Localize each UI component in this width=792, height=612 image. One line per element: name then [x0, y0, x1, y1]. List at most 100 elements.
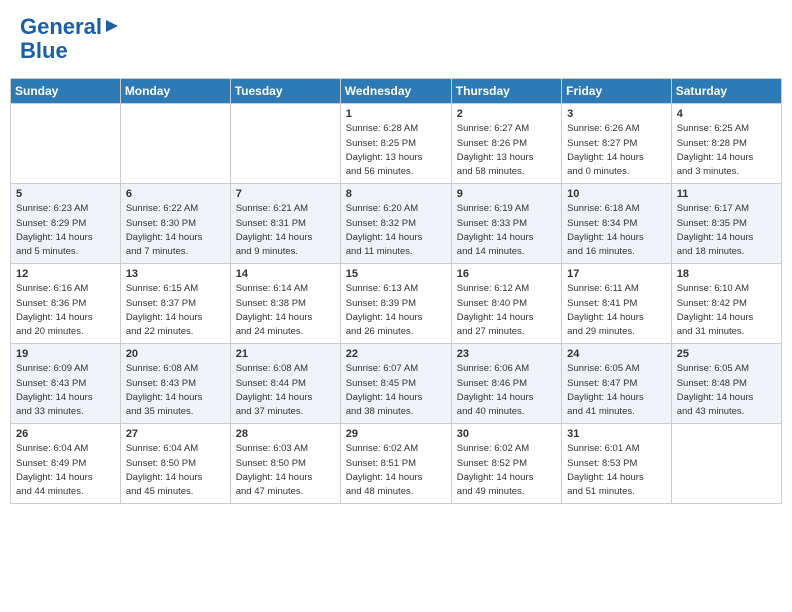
day-info-line: and 38 minutes. — [346, 406, 414, 417]
day-info: Sunrise: 6:11 AMSunset: 8:41 PMDaylight:… — [567, 282, 666, 339]
weekday-header-row: SundayMondayTuesdayWednesdayThursdayFrid… — [11, 79, 782, 104]
day-info-line: Sunrise: 6:21 AM — [236, 203, 308, 214]
day-info-line: Sunrise: 6:02 AM — [346, 443, 418, 454]
day-info: Sunrise: 6:04 AM Sunset: 8:50 PM Daylight:… — [126, 442, 225, 499]
day-info-line: Daylight: 14 hours — [16, 232, 93, 243]
day-info-line: and 40 minutes. — [457, 406, 525, 417]
day-info-line: Sunrise: 6:15 AM — [126, 283, 198, 294]
day-info-line: Daylight: 14 hours — [346, 232, 423, 243]
day-number: 6 — [126, 188, 225, 200]
day-info-line: and 33 minutes. — [16, 406, 84, 417]
weekday-header-friday: Friday — [562, 79, 672, 104]
day-info-line: Sunrise: 6:10 AM — [677, 283, 749, 294]
day-info-line: Sunset: 8:39 PM — [346, 298, 416, 309]
logo: General Blue — [20, 15, 120, 63]
day-number: 26 — [16, 428, 115, 440]
day-info-line: Sunset: 8:32 PM — [346, 218, 416, 229]
day-info-line: Sunrise: 6:09 AM — [16, 363, 88, 374]
day-info-line: and 3 minutes. — [677, 166, 739, 177]
day-info-line: Daylight: 14 hours — [126, 312, 203, 323]
day-info-line: Sunset: 8:27 PM — [567, 138, 637, 149]
calendar-cell: 1Sunrise: 6:28 AMSunset: 8:25 PMDaylight… — [340, 104, 451, 184]
day-info-line: and 49 minutes. — [457, 486, 525, 497]
day-info-line: Sunset: 8:51 PM — [346, 458, 416, 469]
calendar-cell: 17 Sunrise: 6:11 AMSunset: 8:41 PMDayligh… — [562, 264, 672, 344]
day-info-line: Sunset: 8:45 PM — [346, 378, 416, 389]
calendar-cell: 7Sunrise: 6:21 AMSunset: 8:31 PMDaylight… — [230, 184, 340, 264]
day-info-line: and 27 minutes. — [457, 326, 525, 337]
day-info-line: and 22 minutes. — [126, 326, 194, 337]
day-info: Sunrise: 6:19 AMSunset: 8:33 PMDaylight:… — [457, 202, 556, 259]
day-number: 8 — [346, 188, 446, 200]
calendar-cell: 20Sunrise: 6:08 AMSunset: 8:43 PMDayligh… — [120, 344, 230, 424]
day-info-line: Daylight: 14 hours — [236, 392, 313, 403]
day-info-line: and 48 minutes. — [346, 486, 414, 497]
calendar-cell — [671, 424, 781, 504]
day-number: 12 — [16, 268, 115, 280]
calendar-cell: 30Sunrise: 6:02 AMSunset: 8:52 PMDayligh… — [451, 424, 561, 504]
day-info: Sunrise: 6:02 AMSunset: 8:51 PMDaylight:… — [346, 442, 446, 499]
day-number: 5 — [16, 188, 115, 200]
day-info-line: Daylight: 14 hours — [677, 152, 754, 163]
day-info-line: Sunset: 8:50 PM — [236, 458, 306, 469]
day-info-line: Sunset: 8:42 PM — [677, 298, 747, 309]
day-info-line: Daylight: 14 hours — [346, 312, 423, 323]
day-info-line: Sunset: 8:50 PM — [126, 458, 196, 469]
day-info-line: Sunrise: 6:04 AM — [126, 443, 198, 454]
day-info-line: Daylight: 14 hours — [16, 392, 93, 403]
day-info-line: Sunset: 8:44 PM — [236, 378, 306, 389]
calendar-cell: 24Sunrise: 6:05 AMSunset: 8:47 PMDayligh… — [562, 344, 672, 424]
day-info-line: Sunrise: 6:22 AM — [126, 203, 198, 214]
day-info: Sunrise: 6:27 AMSunset: 8:26 PMDaylight:… — [457, 122, 556, 179]
calendar-cell: 27Sunrise: 6:04 AMSunset: 8:50 PMDayligh… — [120, 424, 230, 504]
day-info-line: Sunrise: 6:17 AM — [677, 203, 749, 214]
calendar-cell: 4Sunrise: 6:25 AMSunset: 8:28 PMDaylight… — [671, 104, 781, 184]
day-info-line: Daylight: 14 hours — [236, 472, 313, 483]
day-info: Sunrise: 6:08 AMSunset: 8:44 PMDaylight:… — [236, 362, 335, 419]
calendar-week-5: 26 Sunrise: 6:04 AMSunset: 8:49 PMDayligh… — [11, 424, 782, 504]
calendar-cell — [120, 104, 230, 184]
day-number: 17 — [567, 268, 666, 280]
weekday-header-saturday: Saturday — [671, 79, 781, 104]
weekday-header-wednesday: Wednesday — [340, 79, 451, 104]
day-info-line: and 44 minutes. — [16, 486, 84, 497]
day-info-line: and 16 minutes. — [567, 246, 635, 257]
day-info-line: and 31 minutes. — [677, 326, 745, 337]
day-number: 7 — [236, 188, 335, 200]
day-number: 2 — [457, 108, 556, 120]
day-info: Sunrise: 6:26 AMSunset: 8:27 PMDaylight:… — [567, 122, 666, 179]
day-info: Sunrise: 6:20 AM Sunset: 8:32 PM Daylight:… — [346, 202, 446, 259]
day-number: 23 — [457, 348, 556, 360]
day-info-line: Sunrise: 6:06 AM — [457, 363, 529, 374]
calendar-week-2: 5 Sunrise: 6:23 AMSunset: 8:29 PMDaylight… — [11, 184, 782, 264]
day-info-line: Sunset: 8:40 PM — [457, 298, 527, 309]
day-number: 19 — [16, 348, 115, 360]
page-header: General Blue — [10, 10, 782, 68]
day-info-line: and 0 minutes. — [567, 166, 629, 177]
day-info: Sunrise: 6:03 AM Sunset: 8:50 PM Daylight:… — [236, 442, 335, 499]
calendar-week-1: 1Sunrise: 6:28 AMSunset: 8:25 PMDaylight… — [11, 104, 782, 184]
calendar-cell: 31Sunrise: 6:01 AMSunset: 8:53 PMDayligh… — [562, 424, 672, 504]
day-info-line: Sunrise: 6:20 AM — [346, 203, 418, 214]
day-info-line: Daylight: 14 hours — [126, 472, 203, 483]
calendar-cell: 10Sunrise: 6:18 AMSunset: 8:34 PMDayligh… — [562, 184, 672, 264]
day-info-line: Sunset: 8:47 PM — [567, 378, 637, 389]
weekday-header-monday: Monday — [120, 79, 230, 104]
day-info-line: and 47 minutes. — [236, 486, 304, 497]
day-info: Sunrise: 6:02 AMSunset: 8:52 PMDaylight:… — [457, 442, 556, 499]
day-info: Sunrise: 6:23 AMSunset: 8:29 PMDaylight:… — [16, 202, 115, 259]
day-info-line: Sunrise: 6:19 AM — [457, 203, 529, 214]
calendar-cell: 23Sunrise: 6:06 AMSunset: 8:46 PMDayligh… — [451, 344, 561, 424]
day-number: 11 — [677, 188, 776, 200]
day-info-line: and 51 minutes. — [567, 486, 635, 497]
day-info-line: Daylight: 14 hours — [457, 392, 534, 403]
calendar-cell: 12Sunrise: 6:16 AMSunset: 8:36 PMDayligh… — [11, 264, 121, 344]
calendar-cell: 21Sunrise: 6:08 AMSunset: 8:44 PMDayligh… — [230, 344, 340, 424]
day-info-line: and 26 minutes. — [346, 326, 414, 337]
logo-blue: Blue — [20, 39, 68, 63]
day-info: Sunrise: 6:04 AMSunset: 8:49 PMDaylight:… — [16, 442, 115, 499]
calendar-cell: 13Sunrise: 6:15 AMSunset: 8:37 PMDayligh… — [120, 264, 230, 344]
day-info-line: Sunrise: 6:03 AM — [236, 443, 308, 454]
day-info: Sunrise: 6:15 AMSunset: 8:37 PMDaylight:… — [126, 282, 225, 339]
day-info: Sunrise: 6:07 AMSunset: 8:45 PMDaylight:… — [346, 362, 446, 419]
